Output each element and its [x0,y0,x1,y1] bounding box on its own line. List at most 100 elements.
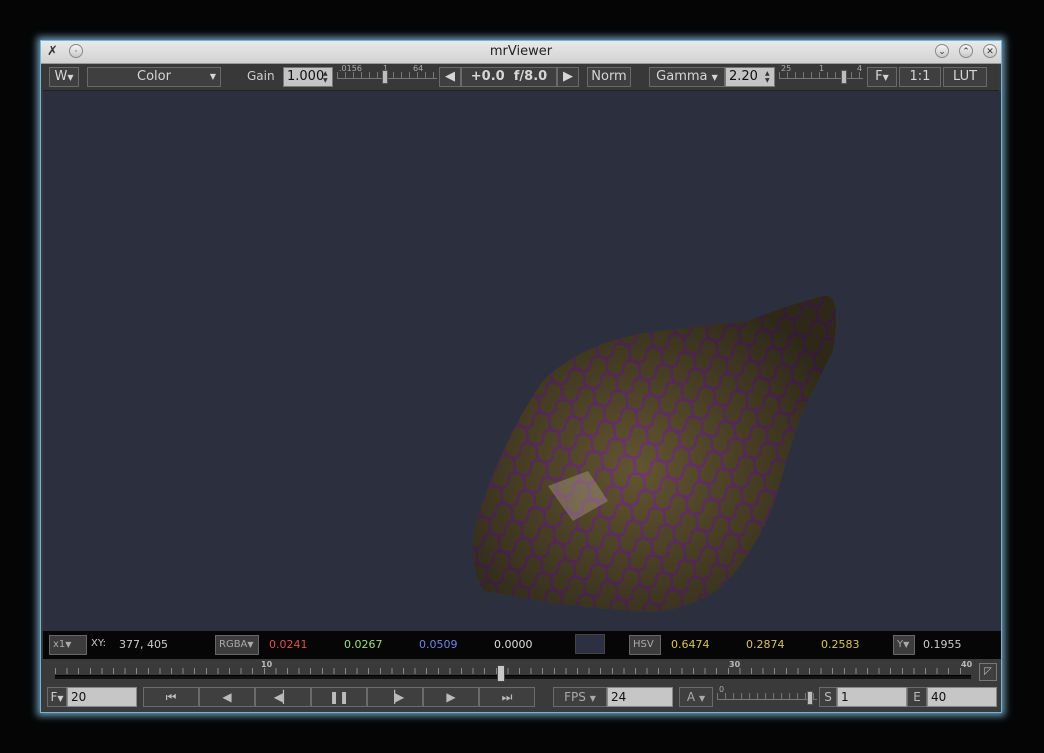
play-backward-icon: ◀▏ [273,690,293,704]
timeline-label-30: 30 [729,660,741,669]
arrow-left-icon: ◀ [445,69,455,84]
image-viewport[interactable] [43,91,1001,631]
lut-button[interactable]: LUT [943,67,987,87]
spinner-icon[interactable]: ▲ ▼ [765,70,773,84]
audio-menu[interactable]: A ▼ [679,687,713,707]
zoom-button[interactable]: 1:1 [899,67,941,87]
green-value: 0.0267 [344,638,383,651]
exposure-up-button[interactable]: ▶ [557,67,579,87]
x-coordinate: 377, [119,638,144,651]
start-frame-input[interactable]: 1 [837,687,907,707]
timeline-track [55,675,971,679]
first-frame-button[interactable]: ⏮ [143,687,199,707]
minimize-button[interactable]: ⌄ [935,44,949,58]
pause-icon: ❚❚ [328,690,350,704]
pixel-info-bar: x1▼ XY: 377, 405 RGBA▼ 0.0241 0.0267 0.0… [43,631,1001,659]
playback-controls: F▼ 20 ⏮ ◀ ◀▏ ❚❚ ▕▶ ▶ ⏭ FPS ▼ 24 A ▼ 0 S … [43,685,1001,711]
fps-input[interactable]: 24 [607,687,673,707]
spinner-icon[interactable]: ▲ ▼ [323,70,331,84]
gamma-slider-track [779,78,863,79]
norm-button[interactable]: Norm [587,67,631,87]
pause-button[interactable]: ❚❚ [311,687,367,707]
corner-arrow-icon: ◸ [984,666,992,677]
volume-slider[interactable]: 0 [717,685,817,709]
gamma-slider[interactable]: 25 1 4 [779,64,863,88]
channel-select-label: Color [137,69,171,84]
timeline-options-button[interactable]: ◸ [979,663,997,681]
saturation-value: 0.2874 [746,638,785,651]
gamma-select[interactable]: Gamma ▼ [649,67,725,87]
title-bar[interactable]: ✗ · mrViewer ⌄ ⌃ ✕ [41,41,1001,64]
exposure-value: +0.0 [470,69,505,84]
frame-input[interactable]: 20 [67,687,137,707]
exposure-down-button[interactable]: ◀ [439,67,461,87]
gain-slider[interactable]: .0156 1 64 [337,64,437,88]
gamma-select-label: Gamma [656,69,708,84]
exposure-display: +0.0 f/8.0 [461,67,557,87]
dropdown-arrow-icon: ▼ [57,694,64,703]
rgba-menu[interactable]: RGBA▼ [215,635,259,655]
color-swatch [575,634,605,654]
end-frame-input[interactable]: 40 [927,687,997,707]
filter-menu-label: F [875,69,883,84]
gamma-value: 2.20 [729,69,758,84]
hsv-menu-label: HSV [633,639,654,650]
play-forward-icon: ▕▶ [385,690,405,704]
view-menu[interactable]: W▼ [49,67,79,87]
last-frame-button[interactable]: ⏭ [479,687,535,707]
triangle-right-icon: ▶ [446,690,456,704]
skip-forward-icon: ⏭ [501,690,513,704]
step-back-button[interactable]: ◀ [199,687,255,707]
3d-object [473,295,837,612]
hsv-menu[interactable]: HSV [629,635,661,655]
timeline-playhead[interactable] [497,665,506,682]
gamma-input[interactable]: 2.20 ▲ ▼ [725,67,775,87]
dropdown-arrow-icon: ▼ [882,73,889,82]
alpha-value: 0.0000 [494,638,533,651]
dropdown-arrow-icon: ▼ [65,640,72,649]
dropdown-arrow-icon: ▼ [247,640,254,649]
fps-menu[interactable]: FPS ▼ [553,687,607,707]
pixel-zoom-label: x1 [53,639,66,650]
dropdown-arrow-icon: ▼ [589,694,596,703]
channel-select[interactable]: Color ▼ [87,67,221,87]
luminance-menu[interactable]: Y▼ [893,635,915,655]
timeline-label-10: 10 [261,660,273,669]
volume-slider-thumb[interactable] [807,691,813,705]
rgba-menu-label: RGBA [219,639,248,650]
step-forward-button[interactable]: ▶ [423,687,479,707]
play-forward-button[interactable]: ▕▶ [367,687,423,707]
red-value: 0.0241 [269,638,308,651]
gain-input[interactable]: 1.000 ▲ ▼ [283,67,333,87]
hue-value: 0.6474 [671,638,710,651]
arrow-right-icon: ▶ [563,69,573,84]
gain-slider-thumb[interactable] [382,70,389,84]
frame-menu[interactable]: F▼ [47,687,67,707]
pixel-zoom-menu[interactable]: x1▼ [49,635,87,655]
top-toolbar: W▼ Color ▼ Gain 1.000 ▲ ▼ .0156 1 64 ◀ +0… [43,64,999,91]
play-backward-button[interactable]: ◀▏ [255,687,311,707]
filter-menu[interactable]: F▼ [867,67,897,87]
fstop-value: f/8.0 [513,69,548,84]
dropdown-arrow-icon: ▼ [903,640,910,649]
fps-menu-label: FPS [564,690,586,704]
dropdown-arrow-icon: ▼ [67,73,74,82]
volume-slider-track [717,699,817,700]
end-label[interactable]: E [907,687,927,707]
audio-menu-label: A [686,690,696,704]
window-title: mrViewer [489,44,553,59]
xy-label: XY: [91,638,106,649]
timeline-ticks [55,668,971,674]
gain-value: 1.000 [287,69,325,84]
maximize-button[interactable]: ⌃ [959,44,973,58]
dropdown-arrow-icon: ▼ [209,72,216,81]
gamma-slider-thumb[interactable] [841,70,848,84]
start-label[interactable]: S [819,687,837,707]
close-button[interactable]: ✕ [983,44,997,58]
view-menu-label: W [54,69,68,84]
triangle-left-icon: ◀ [222,690,232,704]
viewer-window: ✗ · mrViewer ⌄ ⌃ ✕ W▼ Color ▼ Gain 1.000… [40,40,1002,713]
timeline[interactable]: 10 30 40 ◸ [43,659,1001,685]
gain-label: Gain [247,69,275,83]
dropdown-arrow-icon: ▼ [711,73,718,82]
